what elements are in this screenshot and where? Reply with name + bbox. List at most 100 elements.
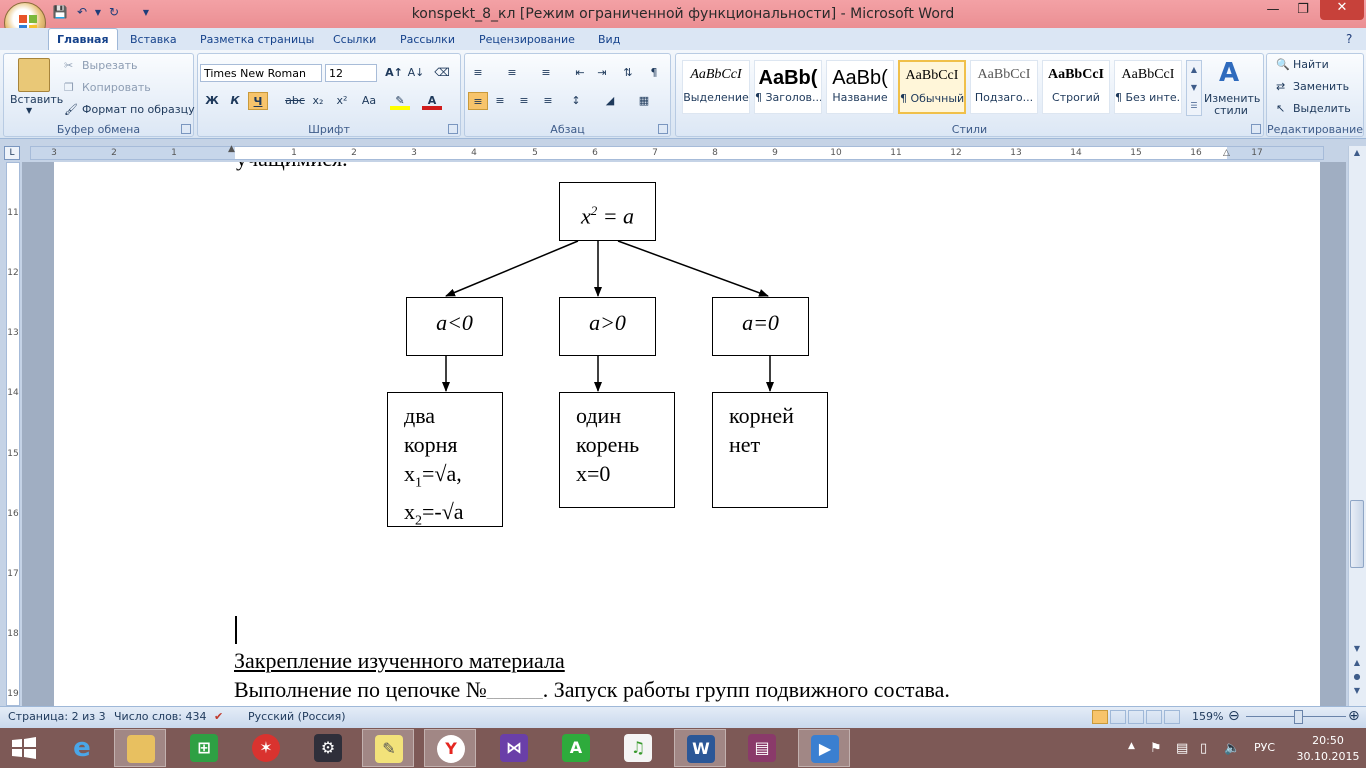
font-launcher-icon[interactable] (448, 124, 458, 134)
zoom-slider-thumb[interactable] (1294, 710, 1303, 724)
styles-scroll-icon[interactable]: ▲ ▼ ☰ (1186, 60, 1202, 116)
align-center-icon[interactable]: ≡ (490, 92, 510, 110)
subscript-button[interactable]: x₂ (308, 92, 328, 110)
zoom-out-icon[interactable]: ⊖ (1228, 708, 1240, 724)
multilevel-list-icon[interactable]: ≡ (536, 64, 556, 82)
tab-insert[interactable]: Вставка (122, 30, 185, 50)
superscript-button[interactable]: x² (332, 92, 352, 110)
tab-references[interactable]: Ссылки (325, 30, 384, 50)
bold-button[interactable]: Ж (202, 92, 222, 110)
style-emphasis[interactable]: AaBbCcI Выделение (682, 60, 750, 114)
grow-font-icon[interactable]: A↑ (384, 64, 404, 82)
taskbar-app-media[interactable]: ▶ (798, 729, 850, 767)
replace-icon[interactable]: ⇄ (1276, 80, 1285, 93)
decrease-indent-icon[interactable]: ⇤ (570, 64, 590, 82)
network-icon[interactable]: ▤ (1176, 741, 1188, 756)
numbering-icon[interactable]: ≡ (502, 64, 522, 82)
style-strong[interactable]: AaBbCcI Строгий (1042, 60, 1110, 114)
style-subtitle[interactable]: AaBbCcI Подзаго... (970, 60, 1038, 114)
style-normal[interactable]: AaBbCcI ¶ Обычный (898, 60, 966, 114)
word-count[interactable]: Число слов: 434 (114, 710, 207, 723)
scroll-up-icon[interactable]: ▲ (1350, 148, 1364, 162)
align-left-icon[interactable]: ≡ (468, 92, 488, 110)
copy-button[interactable]: Копировать (82, 81, 151, 94)
battery-icon[interactable]: ▯ (1200, 741, 1207, 756)
clear-format-icon[interactable]: ⌫ (432, 64, 452, 82)
taskbar-app-store[interactable]: ⊞ (178, 729, 230, 767)
shrink-font-icon[interactable]: A↓ (406, 64, 426, 82)
select-button[interactable]: Выделить (1293, 102, 1351, 115)
language-indicator[interactable]: Русский (Россия) (248, 710, 346, 723)
help-icon[interactable]: ? (1346, 32, 1360, 46)
taskbar-app-music[interactable]: ♫ (612, 729, 664, 767)
select-icon[interactable]: ↖ (1276, 102, 1285, 115)
style-no-spacing[interactable]: AaBbCcI ¶ Без инте... (1114, 60, 1182, 114)
vertical-ruler[interactable] (6, 162, 20, 706)
line-spacing-icon[interactable]: ↕ (566, 92, 586, 110)
italic-button[interactable]: К (225, 92, 245, 110)
taskbar-app-abbyy[interactable]: A (550, 729, 602, 767)
find-button[interactable]: Найти (1293, 58, 1329, 71)
paragraph-launcher-icon[interactable] (658, 124, 668, 134)
copy-icon[interactable]: ❐ (64, 81, 74, 94)
web-view-icon[interactable] (1128, 710, 1144, 724)
draft-view-icon[interactable] (1164, 710, 1180, 724)
taskbar-app-explorer[interactable] (114, 729, 166, 767)
align-right-icon[interactable]: ≡ (514, 92, 534, 110)
sort-icon[interactable]: ⇅ (618, 64, 638, 82)
taskbar-app-yandex[interactable]: Y (424, 729, 476, 767)
full-screen-view-icon[interactable] (1110, 710, 1126, 724)
restore-icon[interactable]: ❐ (1288, 2, 1318, 20)
page-counter[interactable]: Страница: 2 из 3 (8, 710, 106, 723)
justify-icon[interactable]: ≡ (538, 92, 558, 110)
volume-icon[interactable]: 🔈 (1224, 741, 1240, 756)
indent-marker-icon[interactable]: ▲ (228, 144, 238, 160)
borders-icon[interactable]: ▦ (634, 92, 654, 110)
action-center-icon[interactable]: ⚑ (1150, 741, 1162, 756)
tab-mailings[interactable]: Рассылки (392, 30, 463, 50)
start-icon[interactable] (10, 736, 38, 760)
right-indent-marker-icon[interactable]: △ (1223, 148, 1233, 158)
clipboard-launcher-icon[interactable] (181, 124, 191, 134)
change-styles-button[interactable]: Изменить стили (1204, 93, 1260, 117)
strikethrough-button[interactable]: abc (282, 92, 308, 110)
taskbar-app-winrar[interactable]: ▤ (736, 729, 788, 767)
format-painter-icon[interactable]: 🖌 (64, 103, 78, 116)
outline-view-icon[interactable] (1146, 710, 1162, 724)
change-case-button[interactable]: Aa (356, 92, 382, 110)
format-painter-button[interactable]: Формат по образцу (82, 103, 195, 116)
paste-dropdown-icon[interactable]: ▼ (26, 106, 32, 115)
find-icon[interactable]: 🔍 (1276, 58, 1290, 71)
show-marks-icon[interactable]: ¶ (644, 64, 664, 82)
underline-button[interactable]: Ч (248, 92, 268, 110)
print-layout-view-icon[interactable] (1092, 710, 1108, 724)
replace-button[interactable]: Заменить (1293, 80, 1349, 93)
shading-icon[interactable]: ◢ (600, 92, 620, 110)
close-icon[interactable]: ✕ (1320, 0, 1364, 20)
scroll-thumb[interactable] (1350, 500, 1364, 568)
input-language[interactable]: РУС (1254, 741, 1275, 754)
paste-button[interactable]: Вставить (10, 93, 63, 106)
taskbar-app-vs[interactable]: ⋈ (488, 729, 540, 767)
font-color-icon[interactable]: A (422, 92, 442, 110)
cut-button[interactable]: Вырезать (82, 59, 137, 72)
tab-view[interactable]: Вид (590, 30, 628, 50)
tab-page-layout[interactable]: Разметка страницы (192, 30, 322, 50)
increase-indent-icon[interactable]: ⇥ (592, 64, 612, 82)
styles-launcher-icon[interactable] (1251, 124, 1261, 134)
taskbar-app-ie[interactable]: e (56, 729, 108, 767)
taskbar-app-word[interactable]: W (674, 729, 726, 767)
clock[interactable]: 20:50 30.10.2015 (1296, 733, 1360, 765)
style-title[interactable]: AaBb(Название (826, 60, 894, 114)
tab-review[interactable]: Рецензирование (471, 30, 583, 50)
minimize-icon[interactable]: — (1258, 2, 1288, 20)
spelling-check-icon[interactable]: ✔ (214, 710, 223, 723)
bullets-icon[interactable]: ≡ (468, 64, 488, 82)
cut-icon[interactable]: ✂ (64, 59, 73, 72)
taskbar-app-tools[interactable]: ⚙ (302, 729, 354, 767)
taskbar-app-red[interactable]: ✶ (240, 729, 292, 767)
zoom-in-icon[interactable]: ⊕ (1348, 708, 1360, 724)
paste-icon[interactable] (18, 58, 50, 92)
font-name-combo[interactable]: Times New Roman (200, 64, 322, 82)
vertical-scrollbar[interactable] (1348, 146, 1366, 706)
